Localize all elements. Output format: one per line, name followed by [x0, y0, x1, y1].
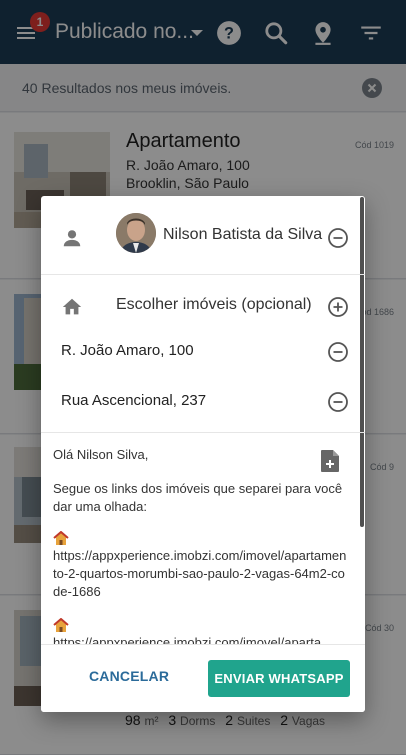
- house-emoji-icon: [53, 531, 69, 545]
- recipient-section: Nilson Batista da Silva: [41, 196, 365, 275]
- remove-recipient-icon[interactable]: [327, 227, 349, 249]
- message-link: https://appxperience.imobzi.com/imovel/a…: [53, 635, 322, 644]
- properties-section: Escolher imóveis (opcional) R. João Amar…: [41, 275, 365, 433]
- add-property-icon[interactable]: [327, 296, 349, 318]
- remove-property-icon[interactable]: [327, 391, 349, 413]
- recipient-name: Nilson Batista da Silva: [163, 226, 323, 243]
- message-textarea[interactable]: Olá Nilson Silva, Segue os links dos imó…: [41, 434, 365, 644]
- person-icon: [63, 230, 81, 247]
- cancel-button[interactable]: CANCELAR: [89, 668, 169, 684]
- selected-property: R. João Amaro, 100: [61, 342, 194, 359]
- home-icon: [62, 298, 82, 315]
- choose-properties-label[interactable]: Escolher imóveis (opcional): [116, 296, 312, 314]
- message-link: https://appxperience.imobzi.com/imovel/a…: [53, 548, 347, 599]
- house-emoji-icon: [53, 618, 69, 632]
- remove-property-icon[interactable]: [327, 341, 349, 363]
- dialog-actions: CANCELAR ENVIAR WHATSAPP: [41, 644, 365, 712]
- selected-property: Rua Ascencional, 237: [61, 392, 207, 409]
- message-intro: Segue os links dos imóveis que separei p…: [53, 481, 343, 514]
- share-whatsapp-dialog: Nilson Batista da Silva Escolher imóveis…: [41, 196, 365, 712]
- avatar: [116, 213, 156, 253]
- message-greeting: Olá Nilson Silva,: [53, 447, 149, 462]
- send-whatsapp-button[interactable]: ENVIAR WHATSAPP: [208, 660, 350, 697]
